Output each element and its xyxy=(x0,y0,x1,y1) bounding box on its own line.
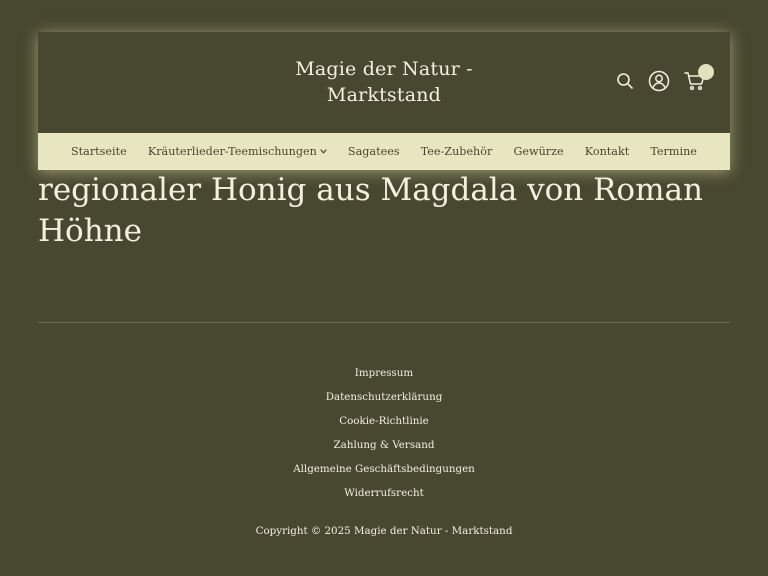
footer-link-agb[interactable]: Allgemeine Geschäftsbedingungen xyxy=(38,457,730,481)
footer-link-zahlung-versand[interactable]: Zahlung & Versand xyxy=(38,433,730,457)
nav-item-label: Startseite xyxy=(71,145,127,158)
footer-links: Impressum Datenschutzerklärung Cookie-Ri… xyxy=(38,361,730,505)
page-title: regionaler Honig aus Magdala von Roman H… xyxy=(38,172,703,249)
nav-item-kraeuterlieder-teemischungen[interactable]: Kräuterlieder-Teemischungen xyxy=(148,145,327,158)
nav-item-label: Termine xyxy=(650,145,697,158)
footer-link-widerrufsrecht[interactable]: Widerrufsrecht xyxy=(38,481,730,505)
copyright-text: Copyright © 2025 Magie der Natur - Markt… xyxy=(255,525,513,537)
nav-item-label: Tee-Zubehör xyxy=(420,145,493,158)
footer-link-datenschutz[interactable]: Datenschutzerklärung xyxy=(38,385,730,409)
user-circle-icon xyxy=(648,70,670,92)
footer-divider xyxy=(38,322,730,323)
nav-item-label: Kontakt xyxy=(584,145,630,158)
nav-item-label: Kräuterlieder-Teemischungen xyxy=(147,145,317,158)
page: Magie der Natur - Marktstand Startseite … xyxy=(0,0,768,576)
footer-link-impressum[interactable]: Impressum xyxy=(38,361,730,385)
account-button[interactable] xyxy=(648,70,670,92)
nav-item-kontakt[interactable]: Kontakt xyxy=(585,145,629,158)
nav-item-tee-zubehoer[interactable]: Tee-Zubehör xyxy=(421,145,493,158)
nav-item-gewuerze[interactable]: Gewürze xyxy=(513,145,563,158)
site-header: Magie der Natur - Marktstand Startseite … xyxy=(38,32,730,170)
cart-count-badge xyxy=(698,64,714,80)
footer-link-cookie-richtlinie[interactable]: Cookie-Richtlinie xyxy=(38,409,730,433)
search-icon xyxy=(617,73,633,89)
header-icons xyxy=(616,64,714,92)
chevron-down-icon xyxy=(320,149,327,154)
search-button[interactable] xyxy=(616,72,634,90)
nav-item-startseite[interactable]: Startseite xyxy=(71,145,127,158)
cart-button[interactable] xyxy=(684,64,714,91)
main-navigation: Startseite Kräuterlieder-Teemischungen S… xyxy=(38,133,730,170)
nav-item-termine[interactable]: Termine xyxy=(650,145,697,158)
nav-item-label: Gewürze xyxy=(513,145,564,158)
nav-item-label: Sagatees xyxy=(347,145,400,158)
nav-item-sagatees[interactable]: Sagatees xyxy=(348,145,400,158)
